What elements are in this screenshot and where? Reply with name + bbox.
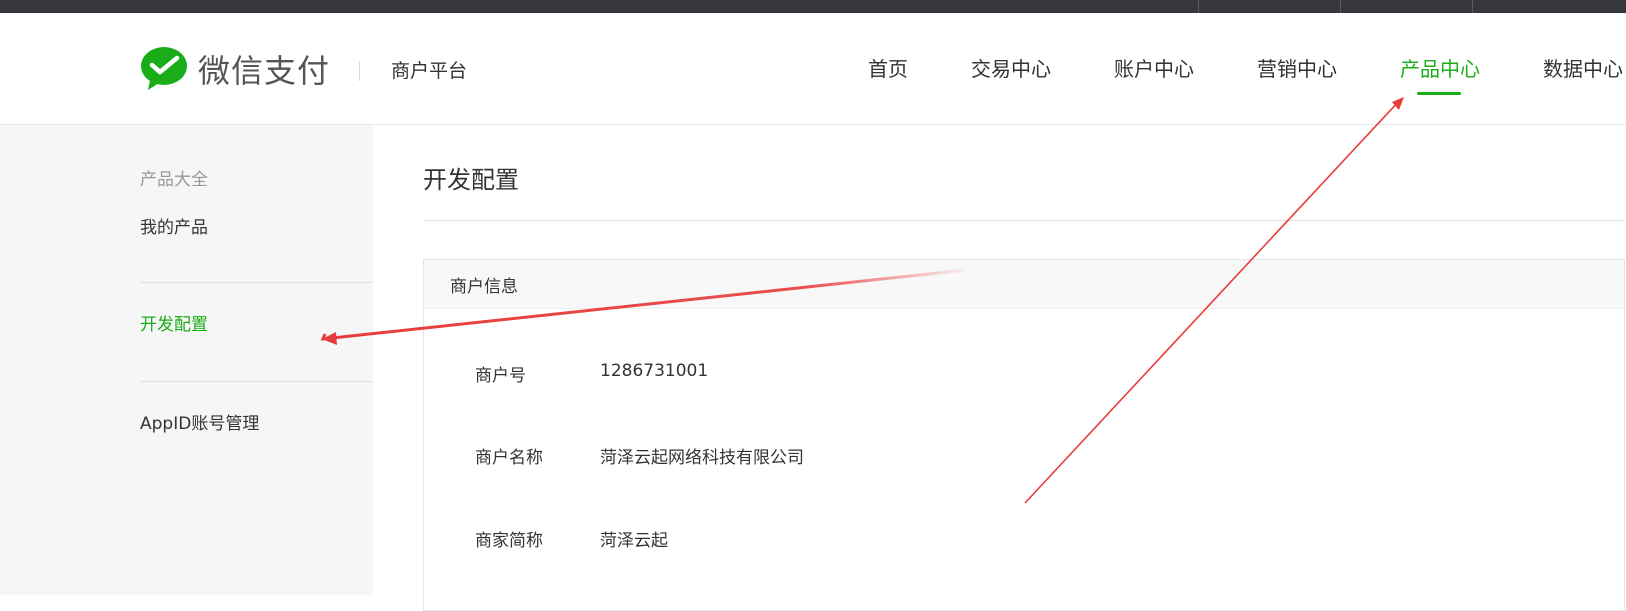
nav-active-underline bbox=[1417, 92, 1461, 95]
merchant-name-label: 商户名称 bbox=[475, 448, 543, 468]
sidebar-item-appid-management[interactable]: AppID账号管理 bbox=[140, 409, 259, 434]
nav-item-home[interactable]: 首页 bbox=[868, 53, 908, 82]
page-title: 开发配置 bbox=[423, 166, 519, 194]
sidebar-item-my-products[interactable]: 我的产品 bbox=[140, 213, 208, 238]
top-bar-separator bbox=[1472, 0, 1473, 13]
wechat-pay-logo-icon bbox=[141, 47, 187, 90]
site-header: 微信支付 商户平台 首页 交易中心 账户中心 营销中心 产品中心 数据中心 bbox=[0, 13, 1626, 125]
sidebar-item-dev-config[interactable]: 开发配置 bbox=[140, 310, 208, 335]
nav-item-transactions[interactable]: 交易中心 bbox=[971, 53, 1051, 82]
merchant-name-value: 菏泽云起网络科技有限公司 bbox=[600, 448, 804, 468]
brand-name: 微信支付 bbox=[198, 52, 331, 90]
sidebar-item-all-products[interactable]: 产品大全 bbox=[140, 165, 208, 190]
nav-item-marketing[interactable]: 营销中心 bbox=[1257, 53, 1337, 82]
sidebar-divider bbox=[140, 381, 373, 382]
brand-logo[interactable]: 微信支付 bbox=[140, 46, 330, 92]
nav-item-data[interactable]: 数据中心 bbox=[1543, 53, 1623, 82]
merchant-info-panel: 商户信息 商户号 1286731001 商户名称 菏泽云起网络科技有限公司 商家… bbox=[423, 259, 1625, 611]
title-divider bbox=[423, 220, 1623, 221]
top-bar-separator bbox=[1198, 0, 1199, 13]
browser-top-bar bbox=[0, 0, 1626, 13]
platform-name: 商户平台 bbox=[391, 60, 468, 82]
top-bar-separator bbox=[1340, 0, 1341, 13]
sidebar: 产品大全 我的产品 开发配置 AppID账号管理 bbox=[0, 125, 373, 595]
nav-item-products[interactable]: 产品中心 bbox=[1400, 53, 1480, 82]
merchant-id-value: 1286731001 bbox=[600, 361, 709, 381]
logo-divider bbox=[359, 61, 360, 81]
nav-item-account[interactable]: 账户中心 bbox=[1114, 53, 1194, 82]
merchant-id-label: 商户号 bbox=[475, 366, 526, 386]
sidebar-divider bbox=[140, 282, 373, 283]
panel-header: 商户信息 bbox=[424, 260, 1624, 309]
merchant-short-name-label: 商家简称 bbox=[475, 531, 543, 551]
merchant-short-name-value: 菏泽云起 bbox=[600, 531, 668, 551]
panel-title: 商户信息 bbox=[450, 277, 518, 297]
